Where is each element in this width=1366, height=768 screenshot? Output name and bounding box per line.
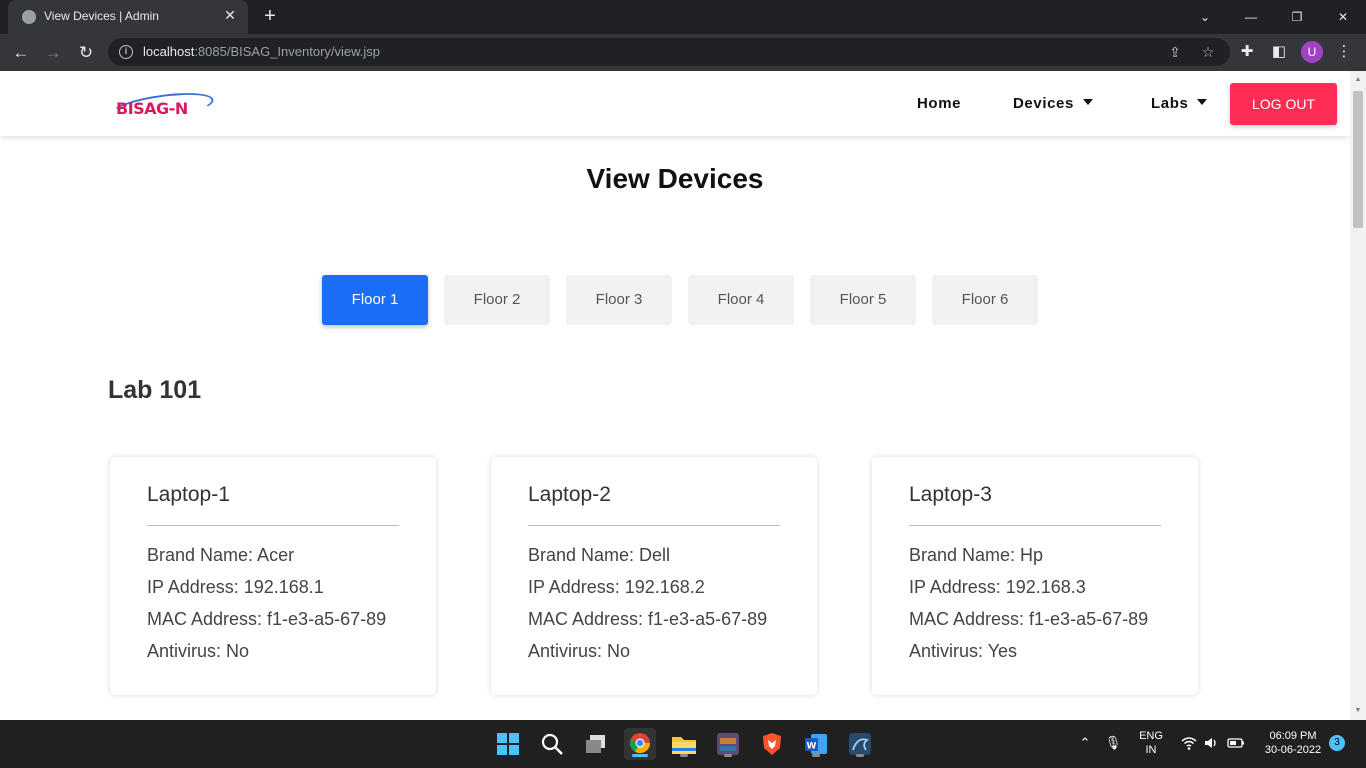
scroll-up-arrow-icon[interactable]: ▲ bbox=[1354, 76, 1362, 84]
device-mac: MAC Address: f1-e3-a5-67-89 bbox=[528, 609, 768, 629]
floor-2-button[interactable]: Floor 2 bbox=[444, 275, 550, 325]
chevron-up-icon[interactable]: ⌃ bbox=[1076, 734, 1094, 752]
browser-tab[interactable]: View Devices | Admin ✕ bbox=[8, 0, 248, 34]
floor-4-button[interactable]: Floor 4 bbox=[688, 275, 794, 325]
device-antivirus: Antivirus: Yes bbox=[909, 641, 1018, 661]
microphone-icon[interactable]: 🎙 bbox=[1104, 734, 1122, 752]
tab-title: View Devices | Admin bbox=[44, 9, 159, 23]
search-icon[interactable] bbox=[536, 728, 568, 760]
device-mac: MAC Address: f1-e3-a5-67-89 bbox=[909, 609, 1149, 629]
battery-icon[interactable] bbox=[1227, 734, 1245, 752]
nav-devices-dropdown[interactable]: Devices bbox=[1013, 95, 1093, 112]
device-card: Laptop-2 Brand Name: Dell IP Address: 19… bbox=[491, 457, 817, 695]
more-menu-icon[interactable]: ⋮ bbox=[1334, 42, 1354, 62]
floor-1-button[interactable]: Floor 1 bbox=[322, 275, 428, 325]
restore-button[interactable]: ❐ bbox=[1274, 0, 1320, 34]
windows-taskbar: W ⌃ 🎙 ENG IN 06:09 PM 30-06-2022 bbox=[0, 720, 1366, 768]
card-divider bbox=[147, 525, 399, 526]
notification-badge[interactable]: 3 bbox=[1329, 735, 1345, 751]
card-divider bbox=[528, 525, 780, 526]
windows-start-icon[interactable] bbox=[492, 728, 524, 760]
device-antivirus: Antivirus: No bbox=[147, 641, 250, 661]
close-tab-icon[interactable]: ✕ bbox=[222, 7, 238, 23]
language-indicator[interactable]: ENG IN bbox=[1136, 730, 1166, 756]
nav-labs-dropdown[interactable]: Labs bbox=[1151, 95, 1208, 112]
volume-icon[interactable] bbox=[1202, 734, 1220, 752]
device-ip: IP Address: 192.168.3 bbox=[909, 577, 1086, 597]
open-indicator bbox=[812, 754, 820, 757]
wifi-icon[interactable] bbox=[1180, 734, 1198, 752]
task-view-icon[interactable] bbox=[580, 728, 612, 760]
floor-5-button[interactable]: Floor 5 bbox=[810, 275, 916, 325]
scroll-down-arrow-icon[interactable]: ▼ bbox=[1354, 707, 1362, 715]
game-app-icon[interactable] bbox=[712, 728, 744, 760]
new-tab-button[interactable]: + bbox=[260, 6, 280, 26]
device-ip: IP Address: 192.168.2 bbox=[528, 577, 705, 597]
device-brand: Brand Name: Acer bbox=[147, 545, 295, 565]
page-viewport: BISAG-N Home Devices Labs LOG OUT View D… bbox=[0, 71, 1350, 720]
clock[interactable]: 06:09 PM 30-06-2022 bbox=[1258, 730, 1328, 756]
back-arrow-icon[interactable]: ← bbox=[10, 42, 32, 64]
lab-heading: Lab 101 bbox=[108, 376, 202, 404]
mysql-workbench-icon[interactable] bbox=[844, 728, 876, 760]
nav-devices-label: Devices bbox=[1013, 95, 1074, 112]
device-ip: IP Address: 192.168.1 bbox=[147, 577, 324, 597]
globe-icon bbox=[22, 10, 36, 24]
page-title: View Devices bbox=[586, 163, 764, 194]
region-code: IN bbox=[1145, 744, 1157, 756]
logo-text: BISAG-N bbox=[116, 99, 188, 118]
profile-avatar[interactable]: U bbox=[1301, 41, 1323, 63]
share-icon[interactable]: ⇪ bbox=[1166, 43, 1184, 61]
active-indicator bbox=[632, 754, 648, 757]
browser-tab-strip: View Devices | Admin ✕ + ⌄ — ❐ ✕ bbox=[0, 0, 1366, 34]
device-card: Laptop-3 Brand Name: Hp IP Address: 192.… bbox=[872, 457, 1198, 695]
floor-3-button[interactable]: Floor 3 bbox=[566, 275, 672, 325]
bookmark-star-icon[interactable]: ☆ bbox=[1199, 43, 1217, 61]
url-text[interactable]: localhost:8085/BISAG_Inventory/view.jsp bbox=[143, 44, 380, 59]
language-code: ENG bbox=[1139, 730, 1163, 742]
device-card: Laptop-1 Brand Name: Acer IP Address: 19… bbox=[110, 457, 436, 695]
device-antivirus: Antivirus: No bbox=[528, 641, 631, 661]
minimize-button[interactable]: — bbox=[1228, 0, 1274, 34]
device-name: Laptop-2 bbox=[528, 483, 611, 506]
page-scrollbar[interactable]: ▲ ▼ bbox=[1350, 71, 1366, 720]
floor-6-button[interactable]: Floor 6 bbox=[932, 275, 1038, 325]
address-bar[interactable]: i localhost:8085/BISAG_Inventory/view.js… bbox=[108, 38, 1230, 66]
nav-home-link[interactable]: Home bbox=[917, 95, 961, 112]
device-name: Laptop-1 bbox=[147, 483, 230, 506]
extensions-puzzle-icon[interactable]: ✚ bbox=[1237, 42, 1257, 62]
card-divider bbox=[909, 525, 1161, 526]
open-indicator bbox=[680, 754, 688, 757]
browser-toolbar: ← → ↻ i localhost:8085/BISAG_Inventory/v… bbox=[0, 34, 1366, 71]
clock-date: 30-06-2022 bbox=[1264, 744, 1322, 756]
svg-text:W: W bbox=[807, 742, 817, 752]
word-icon[interactable]: W bbox=[800, 728, 832, 760]
open-indicator bbox=[724, 754, 732, 757]
clock-time: 06:09 PM bbox=[1269, 730, 1317, 742]
chrome-taskbar-icon[interactable] bbox=[624, 728, 656, 760]
forward-arrow-icon[interactable]: → bbox=[42, 42, 64, 64]
bisag-logo[interactable]: BISAG-N bbox=[108, 87, 216, 127]
device-brand: Brand Name: Hp bbox=[909, 545, 1044, 565]
scrollbar-thumb[interactable] bbox=[1353, 91, 1363, 228]
site-navbar: BISAG-N Home Devices Labs LOG OUT bbox=[0, 71, 1350, 136]
device-brand: Brand Name: Dell bbox=[528, 545, 671, 565]
nav-labs-label: Labs bbox=[1151, 95, 1189, 112]
close-window-button[interactable]: ✕ bbox=[1320, 0, 1366, 34]
device-mac: MAC Address: f1-e3-a5-67-89 bbox=[147, 609, 387, 629]
tab-search-icon[interactable]: ⌄ bbox=[1182, 0, 1228, 34]
brave-browser-icon[interactable] bbox=[756, 728, 788, 760]
reload-icon[interactable]: ↻ bbox=[75, 42, 97, 64]
open-indicator bbox=[856, 754, 864, 757]
caret-down-icon bbox=[1197, 99, 1208, 105]
file-explorer-icon[interactable] bbox=[668, 728, 700, 760]
site-info-icon[interactable]: i bbox=[119, 45, 133, 59]
logout-button[interactable]: LOG OUT bbox=[1230, 83, 1337, 125]
side-panel-icon[interactable]: ◧ bbox=[1269, 42, 1289, 62]
device-name: Laptop-3 bbox=[909, 483, 992, 506]
caret-down-icon bbox=[1082, 99, 1093, 105]
